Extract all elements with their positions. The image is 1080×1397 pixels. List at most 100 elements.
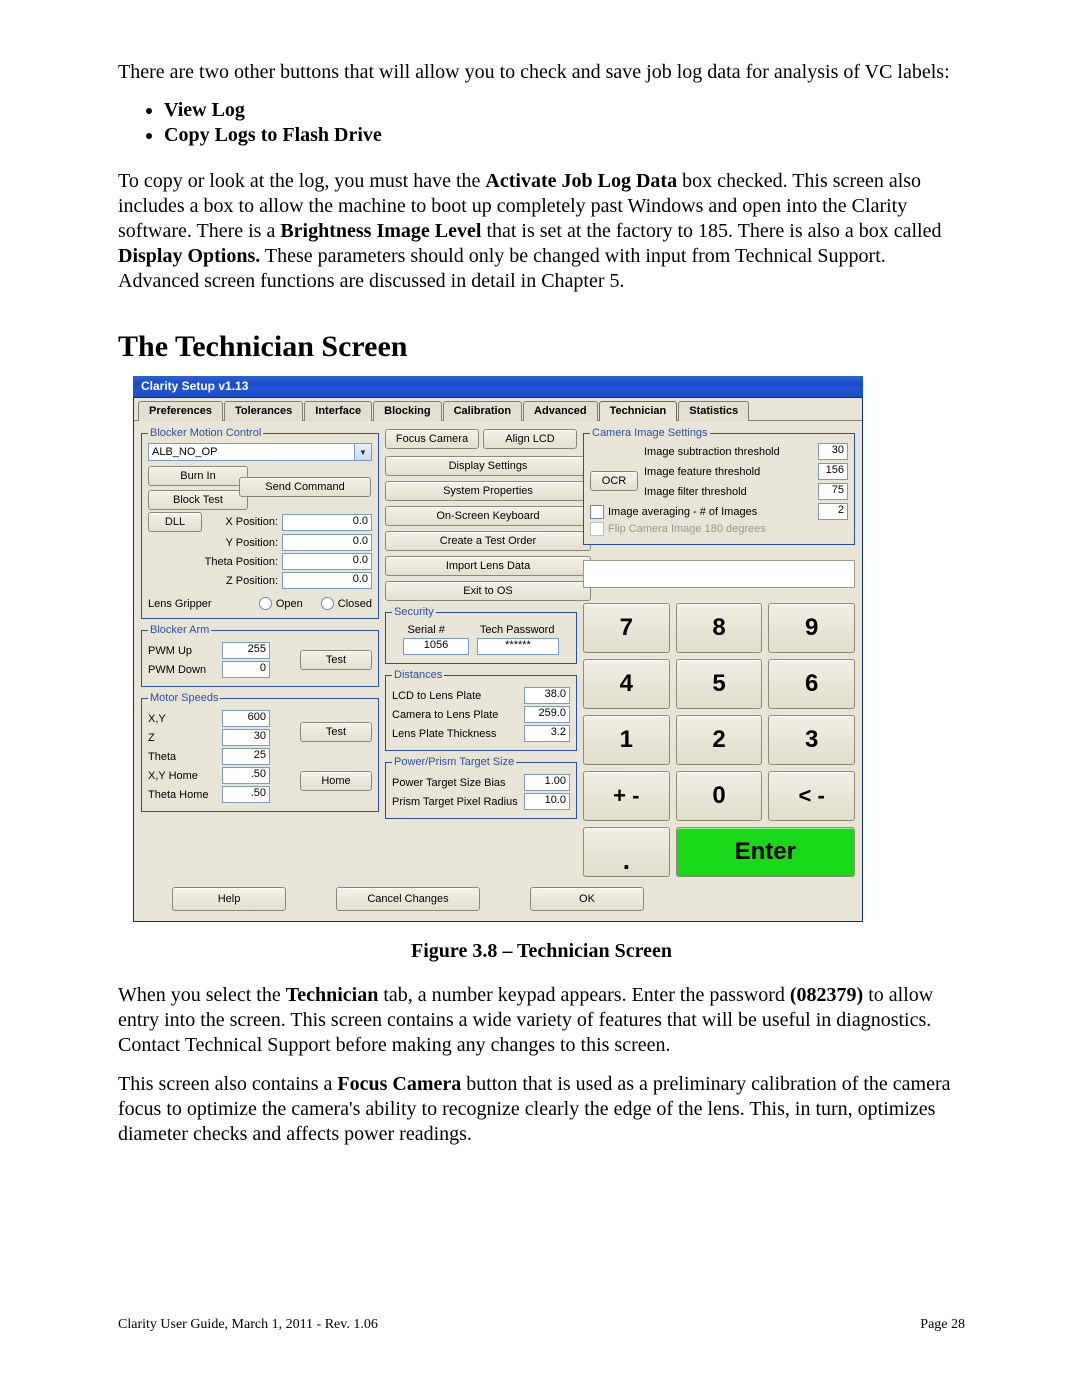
key-2[interactable]: 2 [676, 715, 763, 765]
xpos-label: X Position: [206, 516, 278, 528]
avg-checkbox[interactable] [590, 505, 604, 519]
flip-label: Flip Camera Image 180 degrees [608, 523, 766, 535]
lcd-dist-field[interactable]: 38.0 [524, 687, 570, 704]
zpos-label: Z Position: [192, 575, 278, 587]
pwmdn-label: PWM Down [148, 664, 218, 676]
legend-blocker-motion: Blocker Motion Control [148, 427, 263, 439]
gripper-open-radio[interactable] [259, 597, 272, 610]
group-blocker-arm: Blocker Arm PWM Up 255 PWM Down 0 Test [141, 624, 379, 687]
key-0[interactable]: 0 [676, 771, 763, 821]
key-5[interactable]: 5 [676, 659, 763, 709]
serial-label: Serial # [408, 624, 445, 636]
key-plusminus[interactable]: + - [583, 771, 670, 821]
gripper-closed-radio[interactable] [321, 597, 334, 610]
ocr-button[interactable]: OCR [590, 471, 638, 491]
focus-camera-button[interactable]: Focus Camera [385, 429, 479, 449]
group-blocker-motion: Blocker Motion Control ALB_NO_OP ▼ Burn … [141, 427, 379, 619]
techpass-field[interactable]: ****** [477, 638, 559, 655]
feat-threshold-field[interactable]: 156 [818, 463, 848, 480]
key-dot[interactable]: . [583, 827, 670, 877]
filt-threshold-field[interactable]: 75 [818, 483, 848, 500]
motor-test-button[interactable]: Test [300, 722, 372, 742]
paragraph-4: This screen also contains a Focus Camera… [118, 1072, 965, 1147]
theta-field[interactable]: 0.0 [282, 553, 372, 570]
key-6[interactable]: 6 [768, 659, 855, 709]
tab-technician[interactable]: Technician [599, 401, 678, 421]
thk-dist-field[interactable]: 3.2 [524, 725, 570, 742]
radius-field[interactable]: 10.0 [524, 793, 570, 810]
tab-statistics[interactable]: Statistics [678, 401, 749, 421]
arm-test-button[interactable]: Test [300, 650, 372, 670]
legend-camera: Camera Image Settings [590, 427, 710, 439]
key-backspace[interactable]: < - [768, 771, 855, 821]
xy-field[interactable]: 600 [222, 710, 270, 727]
motor-home-button[interactable]: Home [300, 771, 372, 791]
intro-paragraph: There are two other buttons that will al… [118, 60, 965, 85]
pw-label: Tech Password [480, 624, 555, 636]
pwmdn-field[interactable]: 0 [222, 661, 270, 678]
z-field[interactable]: 30 [222, 729, 270, 746]
flip-checkbox [590, 522, 604, 536]
paragraph-3: When you select the Technician tab, a nu… [118, 983, 965, 1058]
tab-blocking[interactable]: Blocking [373, 401, 441, 421]
thetahome-field[interactable]: .50 [222, 786, 270, 803]
section-title: The Technician Screen [118, 330, 965, 364]
ok-button[interactable]: OK [530, 887, 644, 911]
window-titlebar: Clarity Setup v1.13 [133, 376, 863, 398]
xpos-field[interactable]: 0.0 [282, 514, 372, 531]
xyhome-field[interactable]: .50 [222, 767, 270, 784]
bullet-view-log: View Log [164, 99, 965, 122]
tab-interface[interactable]: Interface [304, 401, 372, 421]
keypad: 7 8 9 4 5 6 1 2 3 + - 0 < - . Enter [583, 603, 855, 877]
tab-calibration[interactable]: Calibration [443, 401, 522, 421]
cam-dist-field[interactable]: 259.0 [524, 706, 570, 723]
key-3[interactable]: 3 [768, 715, 855, 765]
ypos-label: Y Position: [192, 537, 278, 549]
send-command-button[interactable]: Send Command [239, 477, 371, 497]
gripper-label: Lens Gripper [148, 598, 212, 610]
gripper-closed-label: Closed [338, 598, 372, 610]
key-9[interactable]: 9 [768, 603, 855, 653]
create-test-order-button[interactable]: Create a Test Order [385, 531, 591, 551]
display-settings-button[interactable]: Display Settings [385, 456, 591, 476]
bullet-list: View Log Copy Logs to Flash Drive [118, 99, 965, 147]
sub-threshold-field[interactable]: 30 [818, 443, 848, 460]
avg-field[interactable]: 2 [818, 503, 848, 520]
keypad-display[interactable] [583, 560, 855, 588]
group-distances: Distances LCD to Lens Plate38.0 Camera t… [385, 669, 577, 751]
system-properties-button[interactable]: System Properties [385, 481, 591, 501]
dll-button[interactable]: DLL [148, 512, 202, 532]
burn-in-button[interactable]: Burn In [148, 466, 248, 486]
key-8[interactable]: 8 [676, 603, 763, 653]
block-test-button[interactable]: Block Test [148, 490, 248, 510]
legend-power-prism: Power/Prism Target Size [392, 756, 516, 768]
tabstrip: Preferences Tolerances Interface Blockin… [134, 398, 862, 420]
help-button[interactable]: Help [172, 887, 286, 911]
figure-caption: Figure 3.8 – Technician Screen [118, 940, 965, 963]
ypos-field[interactable]: 0.0 [282, 534, 372, 551]
group-motor-speeds: Motor Speeds X,Y600 Z30 Theta25 X,Y Home… [141, 692, 379, 812]
key-1[interactable]: 1 [583, 715, 670, 765]
align-lcd-button[interactable]: Align LCD [483, 429, 577, 449]
command-dropdown[interactable]: ALB_NO_OP ▼ [148, 443, 372, 461]
tab-tolerances[interactable]: Tolerances [224, 401, 303, 421]
zpos-field[interactable]: 0.0 [282, 572, 372, 589]
tab-advanced[interactable]: Advanced [523, 401, 598, 421]
onscreen-keyboard-button[interactable]: On-Screen Keyboard [385, 506, 591, 526]
tab-preferences[interactable]: Preferences [138, 401, 223, 421]
gripper-open-label: Open [276, 598, 303, 610]
cancel-changes-button[interactable]: Cancel Changes [336, 887, 480, 911]
key-4[interactable]: 4 [583, 659, 670, 709]
legend-security: Security [392, 606, 436, 618]
import-lens-data-button[interactable]: Import Lens Data [385, 556, 591, 576]
group-security: Security Serial # Tech Password 1056 ***… [385, 606, 577, 664]
pwmup-field[interactable]: 255 [222, 642, 270, 659]
theta-speed-field[interactable]: 25 [222, 748, 270, 765]
key-7[interactable]: 7 [583, 603, 670, 653]
serial-field[interactable]: 1056 [403, 638, 469, 655]
bias-field[interactable]: 1.00 [524, 774, 570, 791]
key-enter[interactable]: Enter [676, 827, 855, 877]
legend-blocker-arm: Blocker Arm [148, 624, 211, 636]
legend-motor: Motor Speeds [148, 692, 220, 704]
exit-to-os-button[interactable]: Exit to OS [385, 581, 591, 601]
